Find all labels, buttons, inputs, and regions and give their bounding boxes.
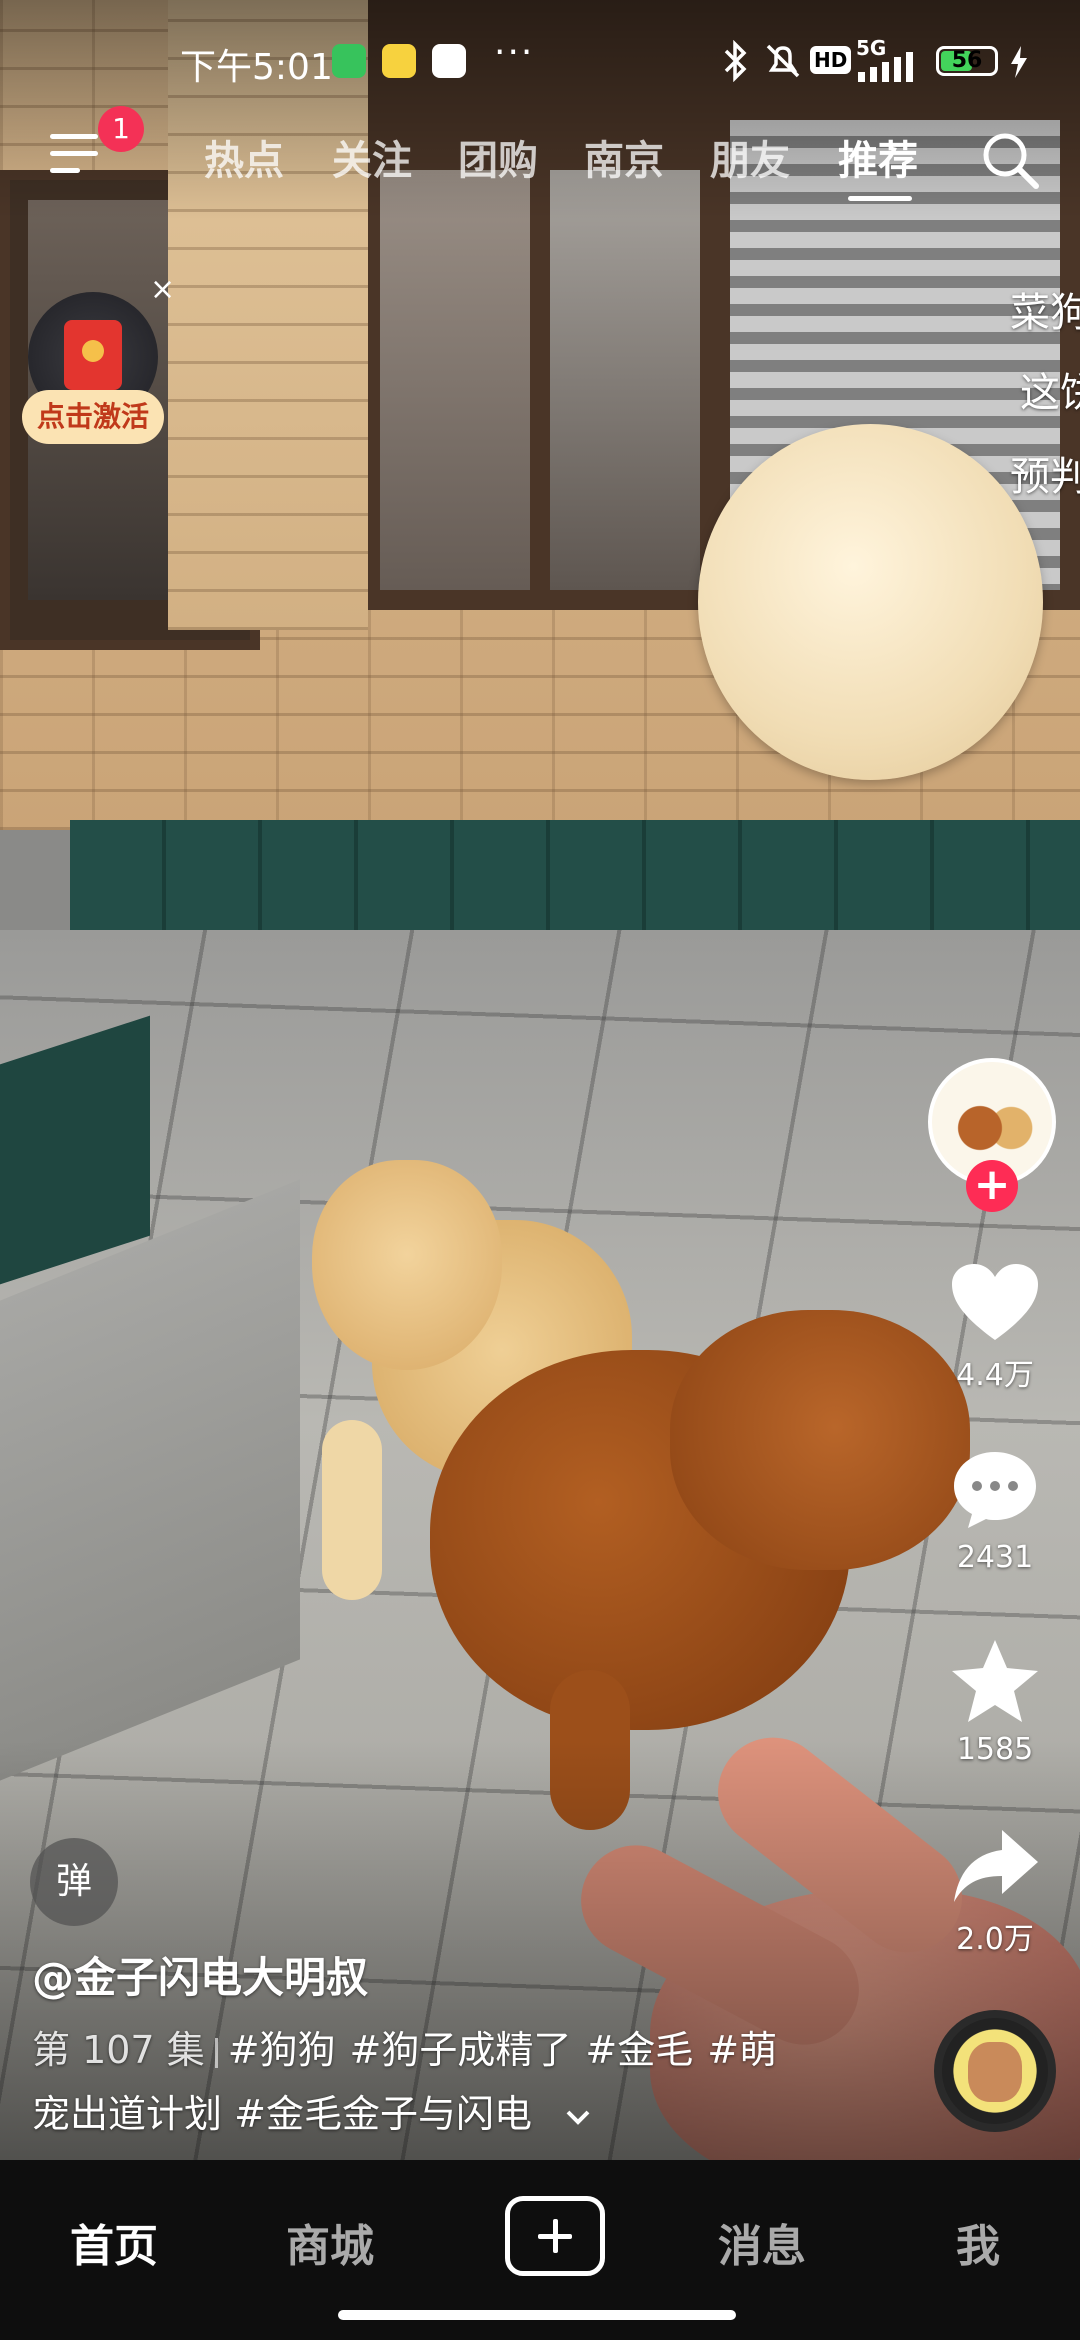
status-more: ··· <box>494 32 535 73</box>
episode-divider <box>214 2037 218 2068</box>
hashtag[interactable]: #狗子成精了 <box>350 2028 572 2072</box>
search-icon[interactable] <box>978 128 1042 192</box>
share-arrow-icon <box>954 1830 1038 1902</box>
charging-icon <box>1011 46 1027 78</box>
create-plus-button[interactable] <box>505 2196 605 2276</box>
chevron-down-icon[interactable] <box>564 2107 592 2127</box>
hd-badge: HD <box>810 46 852 74</box>
tab-recommend[interactable]: 推荐 <box>838 128 918 186</box>
tab-nanjing[interactable]: 南京 <box>584 128 664 186</box>
signal-icon <box>858 52 913 82</box>
comment-button[interactable]: 2431 <box>940 1448 1050 1575</box>
mute-bell-icon <box>766 44 800 78</box>
video-description[interactable]: 第 107 集 #狗狗 #狗子成精了 #金毛 #萌 宠出道计划 #金毛金子与闪电 <box>32 2018 832 2146</box>
status-bar: 下午5:01 ··· HD 5G 56 <box>0 30 1080 94</box>
comment-icon <box>954 1452 1036 1528</box>
nav-me[interactable]: 我 <box>878 2210 1078 2274</box>
favorite-button[interactable]: 1585 <box>940 1638 1050 1767</box>
comment-count: 2431 <box>956 1540 1034 1575</box>
58-app-icon <box>382 44 416 78</box>
red-packet-close-icon[interactable]: × <box>150 272 175 307</box>
tab-hot[interactable]: 热点 <box>204 128 284 186</box>
description-text: 宠出道计划 <box>32 2092 223 2136</box>
hashtag[interactable]: #狗狗 <box>228 2028 336 2072</box>
hashtag[interactable]: #萌 <box>707 2028 777 2072</box>
tab-following[interactable]: 关注 <box>332 128 412 186</box>
hashtag[interactable]: #金毛 <box>585 2028 693 2072</box>
heart-icon <box>952 1264 1038 1340</box>
star-icon <box>952 1640 1038 1722</box>
music-disc[interactable] <box>934 2010 1056 2132</box>
menu-icon[interactable] <box>50 132 104 176</box>
music-cover-avatar <box>968 2042 1022 2102</box>
nav-home[interactable]: 首页 <box>14 2210 214 2274</box>
battery-icon: 56 <box>936 46 998 76</box>
side-text-3: 预判 <box>1010 454 1080 500</box>
favorite-count: 1585 <box>956 1732 1034 1767</box>
status-time: 下午5:01 <box>180 47 333 88</box>
bluetooth-icon <box>724 40 747 82</box>
tab-friends[interactable]: 朋友 <box>710 128 790 186</box>
red-packet-label[interactable]: 点击激活 <box>22 390 164 444</box>
danmu-toggle[interactable]: 弹 <box>30 1838 118 1926</box>
video-player[interactable] <box>0 0 1080 2160</box>
notification-badge: 1 <box>98 106 144 152</box>
description-line-1: 第 107 集 #狗狗 #狗子成精了 #金毛 #萌 <box>32 2018 832 2082</box>
description-line-2: 宠出道计划 #金毛金子与闪电 <box>32 2082 832 2146</box>
like-button[interactable]: 4.4万 <box>940 1262 1050 1394</box>
nav-mall[interactable]: 商城 <box>230 2210 430 2274</box>
app-screen: 下午5:01 ··· HD 5G 56 1 热点 关注 团购 南京 朋友 推荐 … <box>0 0 1080 2340</box>
red-envelope-icon <box>64 320 122 390</box>
wechat-app-icon <box>332 44 366 78</box>
baidu-app-icon <box>432 44 466 78</box>
like-count: 4.4万 <box>956 1358 1034 1393</box>
video-scene-tiles <box>70 820 1080 930</box>
active-tab-indicator <box>848 196 912 201</box>
flying-pancake <box>698 424 1043 780</box>
home-indicator[interactable] <box>338 2310 736 2320</box>
follow-button[interactable]: + <box>966 1160 1018 1212</box>
tab-group-buy[interactable]: 团购 <box>458 128 538 186</box>
episode-label[interactable]: 第 107 集 <box>32 2028 205 2072</box>
side-text-1: 菜狗 <box>1010 290 1080 336</box>
author-name[interactable]: @金子闪电大明叔 <box>32 1944 368 2005</box>
hashtag[interactable]: #金毛金子与闪电 <box>234 2092 532 2136</box>
nav-messages[interactable]: 消息 <box>662 2210 862 2274</box>
share-count: 2.0万 <box>956 1922 1034 1957</box>
share-button[interactable]: 2.0万 <box>940 1826 1050 1958</box>
side-text-2: 这饼 <box>1020 370 1080 416</box>
